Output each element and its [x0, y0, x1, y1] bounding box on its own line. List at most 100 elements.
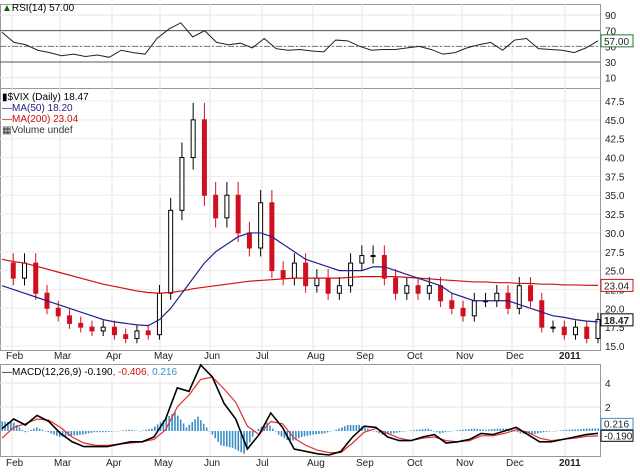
candle-down [449, 300, 455, 309]
macd-histogram-bar [338, 428, 340, 431]
macd-histogram-bar [21, 429, 24, 431]
macd-histogram-bar [205, 427, 208, 431]
macd-histogram-bar [234, 431, 237, 450]
x-tick-label: Dec [506, 458, 524, 469]
macd-histogram-bar [272, 428, 274, 431]
candle-down [246, 232, 252, 249]
ma200-last-value: 23.04 [604, 281, 629, 292]
price-tick-label: 47.5 [605, 97, 625, 108]
macd-histogram-bar [499, 428, 502, 431]
macd-histogram-bar [545, 431, 548, 432]
macd-histogram-bar [591, 428, 594, 431]
macd-histogram-bar [122, 430, 124, 431]
x-tick-label: Jul [256, 458, 269, 469]
macd-histogram-bar [125, 430, 127, 431]
macd-histogram-bar [79, 431, 81, 435]
macd-histogram-bar [139, 431, 142, 432]
x-tick-label: May [154, 351, 173, 362]
candle-down [33, 262, 39, 294]
macd-histogram-bar [548, 431, 551, 432]
macd-histogram-bar [214, 431, 217, 439]
macd-histogram-bar [297, 431, 300, 439]
x-tick-label: Sep [356, 458, 374, 469]
macd-histogram-bar [35, 427, 38, 431]
macd-histogram-bar [482, 429, 484, 431]
macd-histogram-bar [251, 431, 254, 437]
macd-histogram-bar [341, 427, 343, 431]
macd-histogram-bar [151, 428, 153, 431]
macd-histogram-bar [128, 429, 130, 431]
candle-down [10, 262, 16, 279]
x-tick-label: Jun [204, 351, 220, 362]
macd-histogram-bar [231, 431, 234, 448]
candle-up [336, 285, 342, 294]
candle-up [156, 292, 162, 336]
x-tick-label: Aug [307, 351, 325, 362]
price-last-value: 18.47 [604, 316, 629, 327]
macd-histogram-bar [410, 430, 412, 431]
macd-histogram-bar [349, 425, 352, 431]
macd-histogram-bar [439, 431, 441, 434]
candle-up [494, 292, 500, 302]
macd-histogram-bar [450, 431, 453, 432]
macd-histogram-bar [179, 419, 182, 431]
ma200-line [1, 258, 599, 294]
macd-histogram-bar [565, 429, 568, 431]
macd-histogram-bar [430, 429, 433, 431]
macd-histogram-bar [329, 431, 332, 432]
ma200-line-icon: — [2, 114, 12, 125]
price-tick-label: 15.0 [605, 342, 625, 353]
macd-histogram-bar [404, 431, 407, 432]
macd-signal-line [1, 376, 599, 454]
macd-histogram-bar [433, 431, 435, 432]
macd-histogram-bar [202, 423, 205, 431]
macd-histogram-bar [542, 431, 545, 433]
macd-histogram-bar [395, 431, 398, 433]
candle-up [190, 119, 196, 159]
x-tick-label: Oct [407, 351, 423, 362]
volume-label: Volume undef [11, 125, 73, 136]
macd-histogram-bar [390, 431, 392, 434]
macd-histogram-bar [27, 431, 29, 432]
candle-down [55, 307, 61, 317]
macd-histogram-bar [392, 431, 395, 434]
ma200-label: MA(200) 23.04 [12, 114, 79, 125]
candle-up [426, 285, 432, 294]
macd-histogram-bar [577, 429, 579, 431]
candle-down [438, 285, 444, 302]
price-tick-label: 25.0 [605, 267, 625, 278]
candle-up [134, 330, 140, 339]
macd-legend: —MACD(12,26,9) -0.190, -0.406, 0.216 [2, 367, 178, 378]
macd-histogram-bar [355, 425, 358, 431]
macd-last-value: -0.190 [604, 431, 633, 442]
price-legend: ▮$VIX (Daily) 18.47 —MA(50) 18.20 —MA(20… [2, 92, 89, 136]
macd-histogram-bar [223, 431, 225, 446]
price-tick-label: 45.0 [605, 116, 625, 127]
macd-histogram-bar [274, 431, 277, 432]
macd-histogram-bar [300, 431, 303, 437]
macd-histogram-bar [326, 431, 329, 433]
macd-histogram-bar [76, 431, 78, 436]
macd-histogram-bar [312, 431, 314, 435]
macd-histogram-bar [50, 431, 52, 434]
macd-histogram-bar [249, 431, 251, 443]
macd-histogram-bar [142, 430, 145, 431]
macd-histogram-bar [568, 429, 571, 431]
macd-histogram-bar [574, 429, 576, 431]
macd-histogram-bar [424, 428, 427, 431]
macd-histogram-bar [585, 428, 588, 431]
macd-histogram-bar [53, 431, 55, 435]
macd-line-icon: — [2, 367, 12, 378]
macd-histogram-bar [18, 427, 21, 431]
macd-histogram-bar [467, 429, 470, 431]
candle-down [145, 330, 151, 336]
macd-histogram-bar [473, 428, 476, 431]
candle-down [123, 334, 129, 339]
macd-histogram-bar [257, 428, 260, 431]
candle-down [213, 194, 219, 219]
candle-down [393, 277, 399, 294]
macd-histogram-bar [487, 429, 490, 431]
macd-histogram-bar [105, 431, 107, 433]
macd-histogram-bar [73, 431, 75, 436]
macd-histogram-bar [539, 431, 542, 433]
